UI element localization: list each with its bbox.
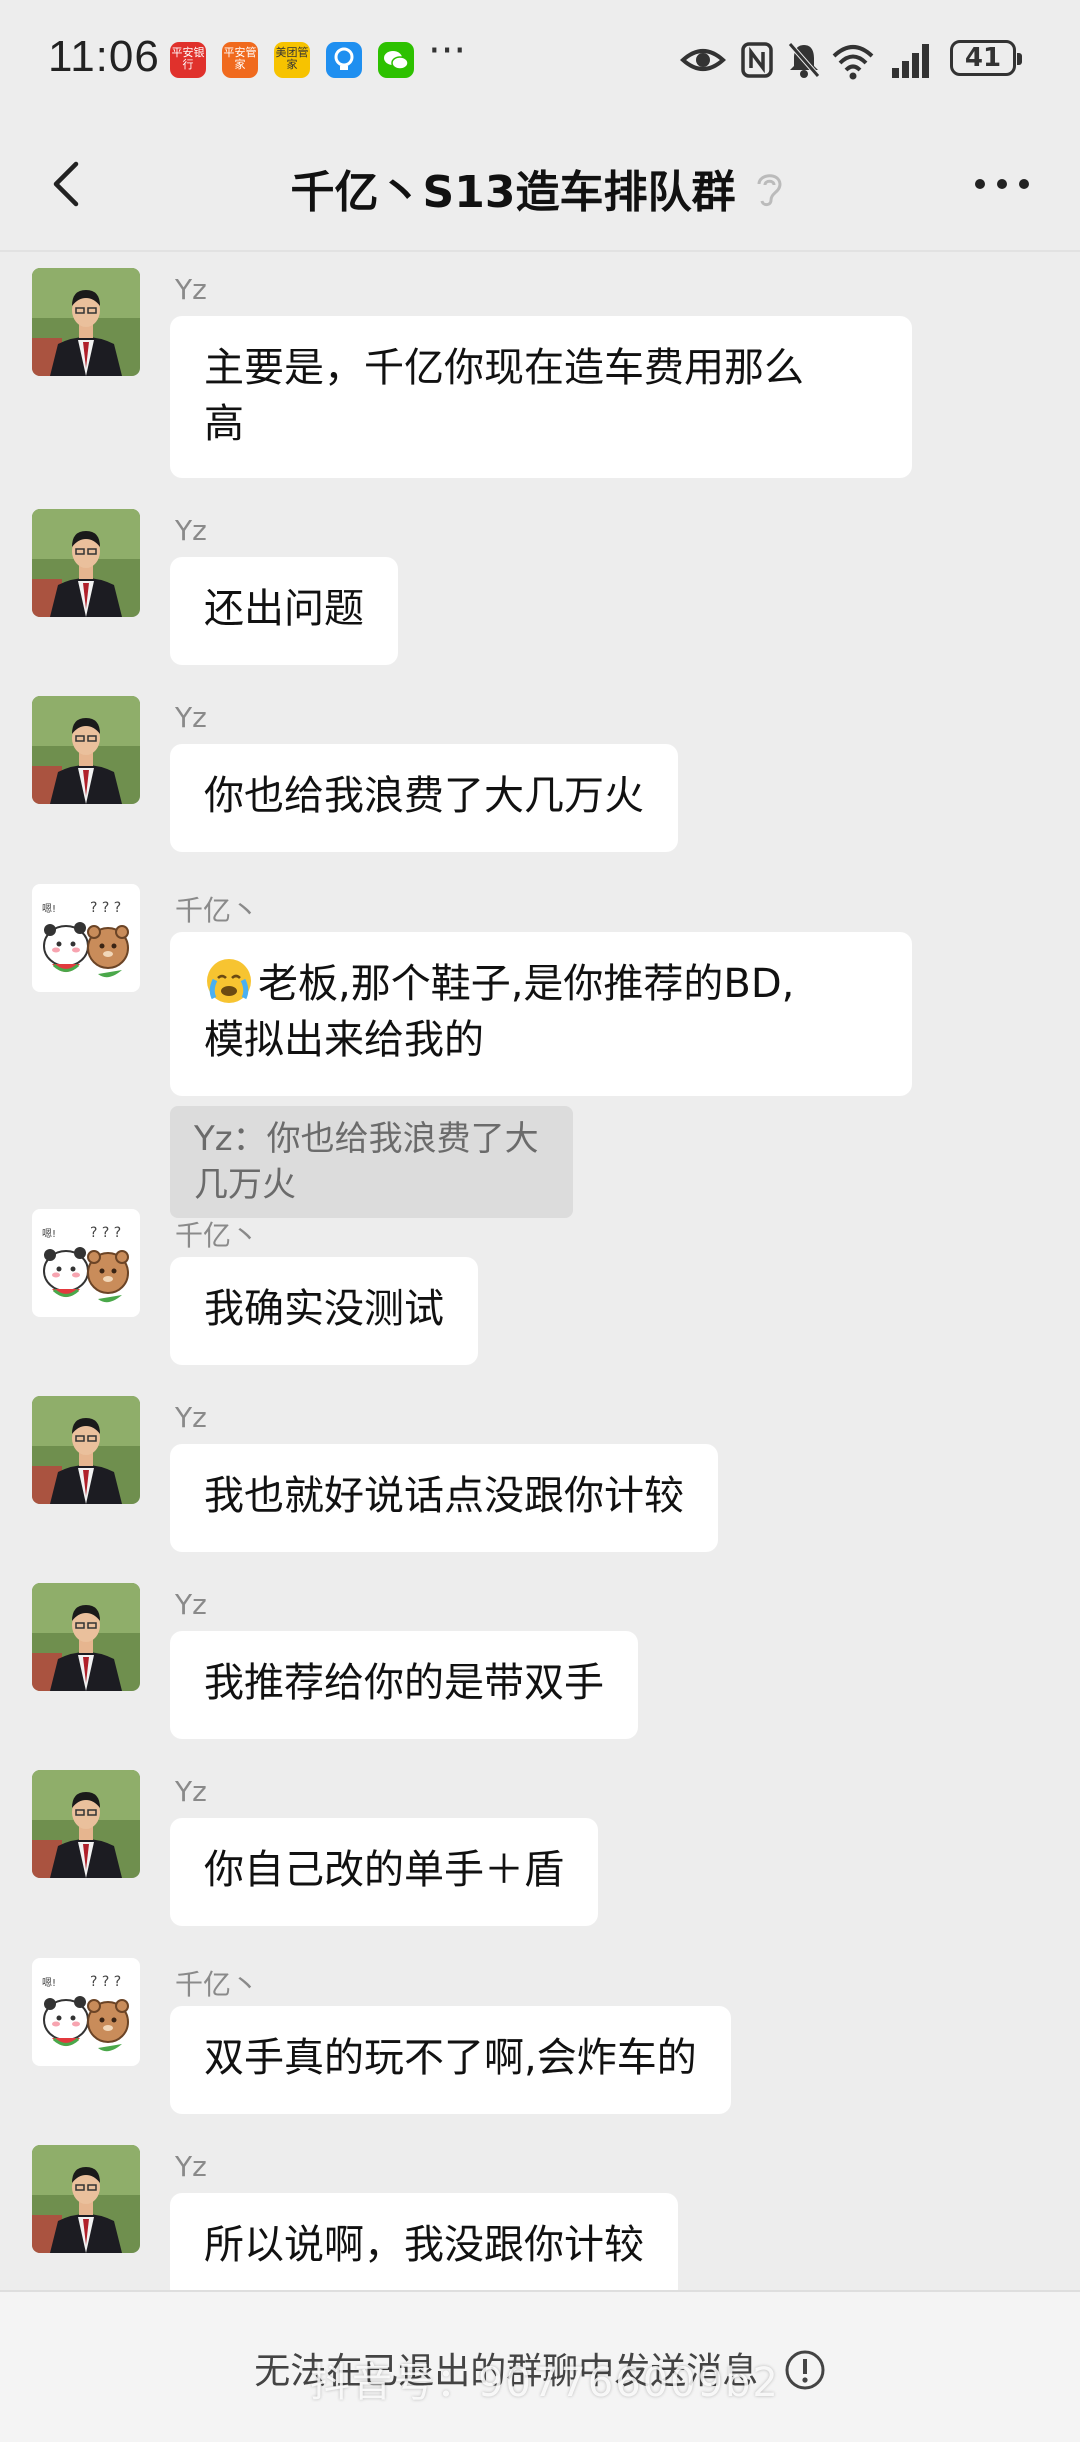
chat-header: 千亿丶S13造车排队群 — [0, 120, 1080, 250]
battery-indicator: 41 — [950, 40, 1022, 76]
message-bubble[interactable]: 我也就好说话点没跟你计较 — [170, 1444, 718, 1552]
clock: 11:06 — [48, 32, 160, 81]
header-divider — [0, 250, 1080, 252]
message-bubble[interactable]: 还出问题 — [170, 557, 398, 665]
message-text: 所以说啊，我没跟你计较 — [204, 2222, 644, 2268]
man-suit-avatar[interactable] — [32, 268, 140, 376]
sender-name: 千亿丶 — [175, 1968, 260, 2001]
more-options-icon[interactable] — [972, 172, 1032, 196]
message-text: 还出问题 — [204, 586, 364, 632]
chat-title-area[interactable]: 千亿丶S13造车排队群 — [0, 156, 1080, 220]
page-title: 千亿丶S13造车排队群 — [290, 167, 736, 218]
message-text: 模拟出来给我的 — [204, 1017, 484, 1063]
sender-name: Yz — [175, 701, 207, 734]
man-suit-avatar[interactable] — [32, 1770, 140, 1878]
sender-name: Yz — [175, 2150, 207, 2183]
sender-name: Yz — [175, 273, 207, 306]
message-text: 我确实没测试 — [204, 1286, 444, 1332]
man-suit-avatar[interactable] — [32, 1583, 140, 1691]
wifi-icon — [832, 45, 874, 80]
bears-avatar[interactable] — [32, 1958, 140, 2066]
message-bubble[interactable]: 我推荐给你的是带双手 — [170, 1631, 638, 1739]
message-bubble[interactable]: 老板,那个鞋子,是你推荐的BD, 模拟出来给我的 — [170, 932, 912, 1096]
man-suit-avatar[interactable] — [32, 2145, 140, 2253]
bears-avatar[interactable] — [32, 884, 140, 992]
status-bar: 11:06 平安银行 平安管家 美团管家 ··· 41 — [0, 0, 1080, 120]
message-text: 老板,那个鞋子,是你推荐的BD, — [258, 961, 795, 1007]
message-text: 我也就好说话点没跟你计较 — [204, 1473, 684, 1519]
message-text: 你自己改的单手＋盾 — [204, 1847, 564, 1893]
sender-name: Yz — [175, 1775, 207, 1808]
wechat-icon — [378, 42, 414, 78]
quoted-message[interactable]: Yz：你也给我浪费了大几万火 — [170, 1106, 573, 1218]
sender-name: 千亿丶 — [175, 1219, 260, 1252]
sender-name: 千亿丶 — [175, 894, 260, 927]
crying-face-emoji — [207, 959, 251, 1003]
sender-name: Yz — [175, 1401, 207, 1434]
info-icon[interactable] — [784, 2349, 826, 2391]
eye-icon — [680, 49, 726, 71]
bears-avatar[interactable] — [32, 1209, 140, 1317]
message-text: 主要是，千亿你现在造车费用那么 — [204, 345, 804, 391]
message-bubble[interactable]: 你自己改的单手＋盾 — [170, 1818, 598, 1926]
message-bubble[interactable]: 所以说啊，我没跟你计较 — [170, 2193, 678, 2301]
sender-name: Yz — [175, 1588, 207, 1621]
ear-mode-icon — [757, 174, 782, 207]
message-bubble[interactable]: 我确实没测试 — [170, 1257, 478, 1365]
pingan-bank-icon: 平安银行 — [170, 42, 206, 78]
sender-name: Yz — [175, 514, 207, 547]
message-text: 我推荐给你的是带双手 — [204, 1660, 604, 1706]
watermark: 抖音号：907766009b2 — [310, 2360, 780, 2406]
nfc-icon — [741, 42, 773, 78]
message-text: 双手真的玩不了啊,会炸车的 — [204, 2035, 697, 2081]
message-bubble[interactable]: 你也给我浪费了大几万火 — [170, 744, 678, 852]
man-suit-avatar[interactable] — [32, 509, 140, 617]
message-text: 你也给我浪费了大几万火 — [204, 773, 644, 819]
message-bubble[interactable]: 主要是，千亿你现在造车费用那么 高 — [170, 316, 912, 478]
man-suit-avatar[interactable] — [32, 1396, 140, 1504]
signal-icon — [892, 44, 929, 78]
bell-mute-icon — [788, 42, 820, 78]
man-suit-avatar[interactable] — [32, 696, 140, 804]
pingan-guanjia-icon: 平安管家 — [222, 42, 258, 78]
more-notifications: ··· — [428, 28, 467, 74]
bulb-app-icon — [326, 42, 362, 78]
meituan-icon: 美团管家 — [274, 42, 310, 78]
message-bubble[interactable]: 双手真的玩不了啊,会炸车的 — [170, 2006, 731, 2114]
message-text: 高 — [204, 401, 244, 447]
